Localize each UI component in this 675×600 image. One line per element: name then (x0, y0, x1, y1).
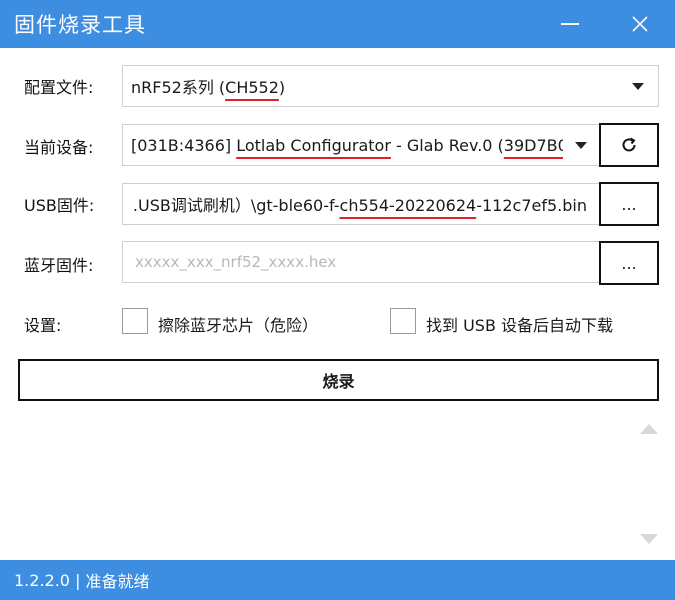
status-separator: | (69, 570, 86, 590)
config-file-label: 配置文件: (24, 78, 94, 97)
current-device-select[interactable]: [031B:4366] Lotlab Configurator - Glab R… (122, 124, 600, 166)
version-text: 1.2.2.0 (14, 570, 70, 590)
burn-button[interactable]: 烧录 (18, 359, 659, 401)
title-bar: 固件烧录工具 (0, 0, 675, 48)
minimize-button[interactable] (540, 0, 600, 48)
config-file-value: nRF52系列 (CH552) (131, 78, 286, 97)
usb-firmware-path-field[interactable]: .USB调试刷机）\gt-ble60-f-ch554-20220624-112c… (122, 183, 600, 225)
erase-bt-chip-label[interactable]: 擦除蓝牙芯片（危险） (158, 312, 318, 336)
auto-download-checkbox[interactable] (390, 308, 416, 334)
bt-firmware-label: 蓝牙固件: (24, 256, 94, 275)
current-device-value: [031B:4366] Lotlab Configurator - Glab R… (131, 135, 568, 155)
scroll-up-icon[interactable] (640, 424, 658, 434)
auto-download-label[interactable]: 找到 USB 设备后自动下载 (426, 312, 613, 336)
bt-firmware-path-field[interactable]: xxxxx_xxx_nrf52_xxxx.hex (122, 241, 600, 283)
refresh-icon (622, 137, 636, 152)
scroll-down-icon[interactable] (640, 534, 658, 544)
status-text: 准备就绪 (85, 572, 150, 591)
minimize-icon (561, 23, 579, 25)
settings-label: 设置: (24, 316, 62, 335)
bt-firmware-placeholder: xxxxx_xxx_nrf52_xxxx.hex (135, 253, 337, 271)
close-button[interactable] (610, 0, 670, 48)
usb-firmware-label: USB固件: (24, 196, 95, 215)
bt-firmware-browse-button[interactable]: ... (599, 241, 659, 285)
usb-firmware-path-value: .USB调试刷机）\gt-ble60-f-ch554-20220624-112c… (132, 196, 587, 215)
status-bar: 1.2.2.0 | 准备就绪 (0, 560, 675, 600)
erase-bt-chip-checkbox[interactable] (122, 308, 148, 334)
chevron-down-icon (632, 83, 644, 90)
refresh-button[interactable] (599, 123, 659, 167)
usb-firmware-browse-button[interactable]: ... (599, 182, 659, 226)
config-file-select[interactable]: nRF52系列 (CH552) (122, 65, 659, 107)
chevron-down-icon (575, 142, 587, 149)
current-device-label: 当前设备: (24, 138, 94, 157)
window-title: 固件烧录工具 (14, 13, 146, 37)
close-icon (632, 16, 648, 32)
